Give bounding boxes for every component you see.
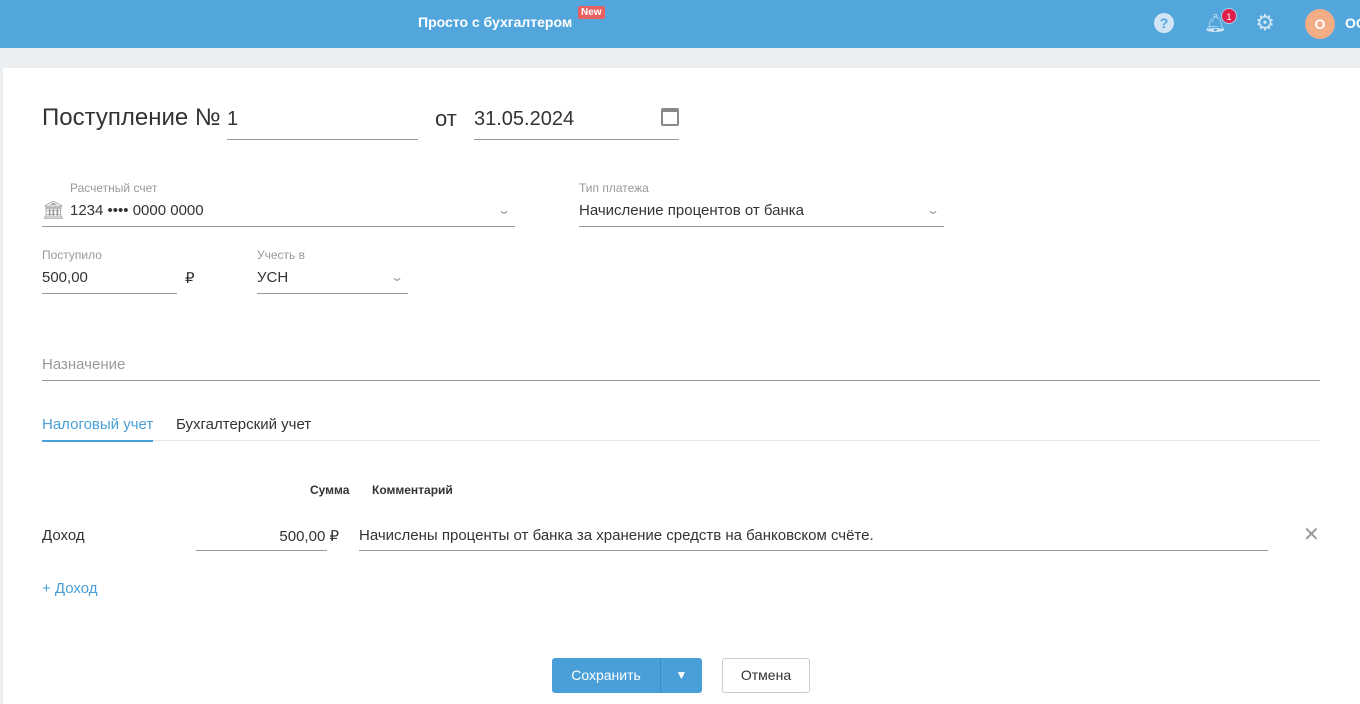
row-sum-input[interactable]: 500,00 ₽ <box>196 521 339 551</box>
top-header: Просто с бухгалтером New ? 🔔︎ 1 ⚙ О ОО <box>0 0 1360 48</box>
payment-type-label: Тип платежа <box>579 181 649 195</box>
cancel-button[interactable]: Отмена <box>722 658 810 693</box>
form-card <box>3 68 1360 704</box>
tabs-divider <box>42 440 1320 441</box>
date-value: 31.05.2024 <box>474 108 575 130</box>
received-input[interactable]: 500,00 <box>42 265 177 294</box>
chevron-down-icon: ⌄ <box>925 203 941 217</box>
number-field[interactable]: 1 <box>227 104 418 140</box>
help-icon[interactable]: ? <box>1154 13 1174 33</box>
new-badge: New <box>578 6 605 19</box>
account-in-select[interactable]: УСН ⌄ <box>257 265 408 294</box>
row-sum-value: 500,00 ₽ <box>279 528 339 545</box>
col-sum-header: Сумма <box>310 483 350 497</box>
chevron-down-icon: ⌄ <box>389 270 405 284</box>
account-select[interactable]: 1234 •••• 0000 0000 ⌄ <box>42 198 515 227</box>
purpose-input[interactable]: Назначение <box>42 350 1320 381</box>
calendar-icon[interactable] <box>661 108 679 126</box>
tab-accounting[interactable]: Бухгалтерский учет <box>176 416 311 433</box>
add-income-link[interactable]: + Доход <box>42 580 98 597</box>
received-label: Поступило <box>42 248 102 262</box>
brand-link[interactable]: Просто с бухгалтером <box>418 14 572 30</box>
user-name[interactable]: ОО <box>1345 15 1360 31</box>
row-comment-value: Начислены проценты от банка за хранение … <box>359 527 874 544</box>
account-in-label: Учесть в <box>257 248 306 262</box>
col-comment-header: Комментарий <box>372 483 453 497</box>
purpose-placeholder: Назначение <box>42 356 126 373</box>
save-button-group: Сохранить ▼ <box>552 658 702 693</box>
chevron-down-icon: ⌄ <box>496 203 512 217</box>
from-label: от <box>435 106 457 131</box>
gear-icon[interactable]: ⚙ <box>1254 12 1276 34</box>
save-button[interactable]: Сохранить <box>552 658 660 693</box>
tab-tax[interactable]: Налоговый учет <box>42 416 154 442</box>
account-in-value: УСН <box>257 269 289 286</box>
avatar[interactable]: О <box>1305 9 1335 39</box>
row-type: Доход <box>42 527 85 544</box>
account-label: Расчетный счет <box>70 181 158 195</box>
page-title: Поступление № <box>42 104 221 131</box>
notification-count: 1 <box>1221 8 1237 24</box>
received-value: 500,00 <box>42 269 88 286</box>
close-icon[interactable]: ✕ <box>1303 522 1320 547</box>
number-value: 1 <box>227 108 239 130</box>
currency-label: ₽ <box>185 270 195 287</box>
payment-type-select[interactable]: Начисление процентов от банка ⌄ <box>579 198 944 227</box>
payment-type-value: Начисление процентов от банка <box>579 202 804 219</box>
row-comment-input[interactable]: Начислены проценты от банка за хранение … <box>359 521 1268 551</box>
save-options-chevron-icon[interactable]: ▼ <box>660 658 702 693</box>
account-value: 1234 •••• 0000 0000 <box>70 202 204 219</box>
date-field[interactable]: 31.05.2024 <box>474 104 679 140</box>
